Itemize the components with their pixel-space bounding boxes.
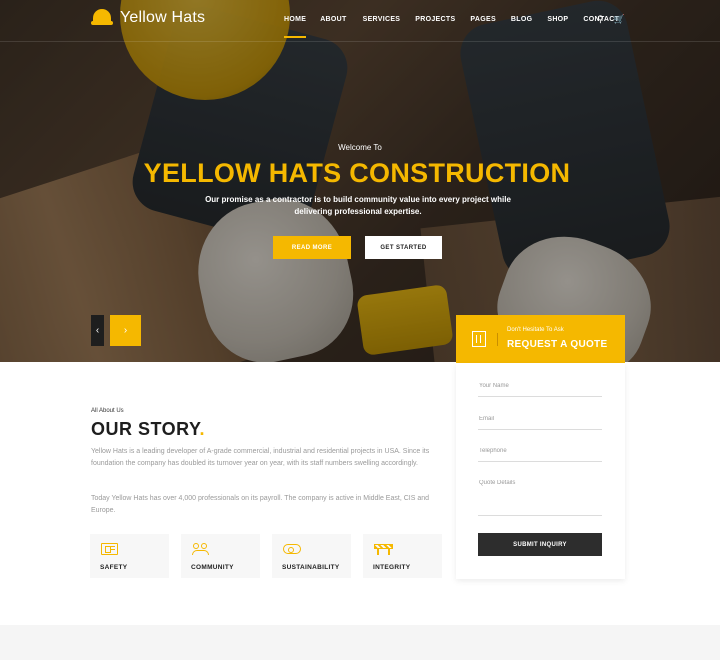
cart-icon[interactable]: 🛒: [614, 14, 625, 25]
feature-label: SAFETY: [100, 564, 128, 571]
quote-details-field[interactable]: [478, 480, 602, 516]
nav-item-pages[interactable]: PAGES: [470, 16, 496, 23]
read-more-button[interactable]: READ MORE: [273, 236, 351, 259]
submit-inquiry-button[interactable]: SUBMIT INQUIRY: [478, 533, 602, 556]
nav-icons: ⚲ 🛒: [597, 14, 625, 25]
quote-form: SUBMIT INQUIRY: [456, 363, 625, 579]
building-icon: [472, 331, 486, 347]
safety-icon: [101, 543, 121, 555]
slider-next-arrow[interactable]: ›: [110, 315, 141, 346]
quote-header: Don't Hesitate To Ask REQUEST A QUOTE: [456, 315, 625, 363]
top-navigation: Yellow Hats HOME ABOUT SERVICES PROJECTS…: [0, 0, 720, 42]
slider-prev-arrow[interactable]: ‹: [91, 315, 104, 346]
nav-item-home[interactable]: HOME: [284, 16, 307, 38]
hard-hat-icon: [91, 9, 114, 27]
nav-item-shop[interactable]: SHOP: [547, 16, 568, 23]
integrity-icon: [374, 543, 394, 555]
feature-label: SUSTAINABILITY: [282, 564, 340, 571]
nav-item-services[interactable]: SERVICES: [363, 16, 401, 23]
main-menu: HOME ABOUT SERVICES PROJECTS PAGES BLOG …: [284, 16, 619, 38]
name-field[interactable]: [478, 383, 602, 397]
feature-card-safety[interactable]: SAFETY: [90, 534, 169, 578]
feature-label: COMMUNITY: [191, 564, 234, 571]
feature-card-sustainability[interactable]: SUSTAINABILITY: [272, 534, 351, 578]
feature-card-community[interactable]: COMMUNITY: [181, 534, 260, 578]
hero-title: YELLOW HATS CONSTRUCTION: [143, 158, 571, 188]
chevron-left-icon: ‹: [95, 325, 100, 336]
story-paragraph: Yellow Hats is a leading developer of A-…: [91, 448, 430, 467]
nav-item-projects[interactable]: PROJECTS: [415, 16, 455, 23]
telephone-field[interactable]: [478, 448, 602, 462]
section-title-text: OUR STORY: [91, 419, 200, 439]
next-section-band: [0, 625, 720, 660]
quote-subtitle: Don't Hesitate To Ask: [507, 327, 564, 333]
sustainability-icon: [283, 543, 303, 555]
hero-subtitle: Our promise as a contractor is to build …: [205, 195, 511, 216]
quote-title: REQUEST A QUOTE: [507, 339, 608, 350]
get-started-button[interactable]: GET STARTED: [365, 236, 442, 259]
divider: [497, 333, 498, 346]
story-paragraph: Today Yellow Hats has over 4,000 profess…: [91, 495, 429, 514]
nav-item-about[interactable]: ABOUT: [320, 16, 346, 23]
logo[interactable]: Yellow Hats: [91, 9, 206, 27]
search-icon[interactable]: ⚲: [597, 14, 604, 25]
feature-card-integrity[interactable]: INTEGRITY: [363, 534, 442, 578]
nav-item-blog[interactable]: BLOG: [511, 16, 532, 23]
community-icon: [192, 543, 212, 555]
section-eyebrow: All About Us: [91, 408, 124, 414]
title-dot: .: [199, 419, 206, 439]
section-title: OUR STORY.: [91, 419, 205, 440]
logo-text: Yellow Hats: [120, 9, 206, 26]
email-field[interactable]: [478, 416, 602, 430]
feature-label: INTEGRITY: [373, 564, 411, 571]
chevron-right-icon: ›: [123, 325, 128, 336]
hero-welcome: Welcome To: [338, 143, 382, 152]
